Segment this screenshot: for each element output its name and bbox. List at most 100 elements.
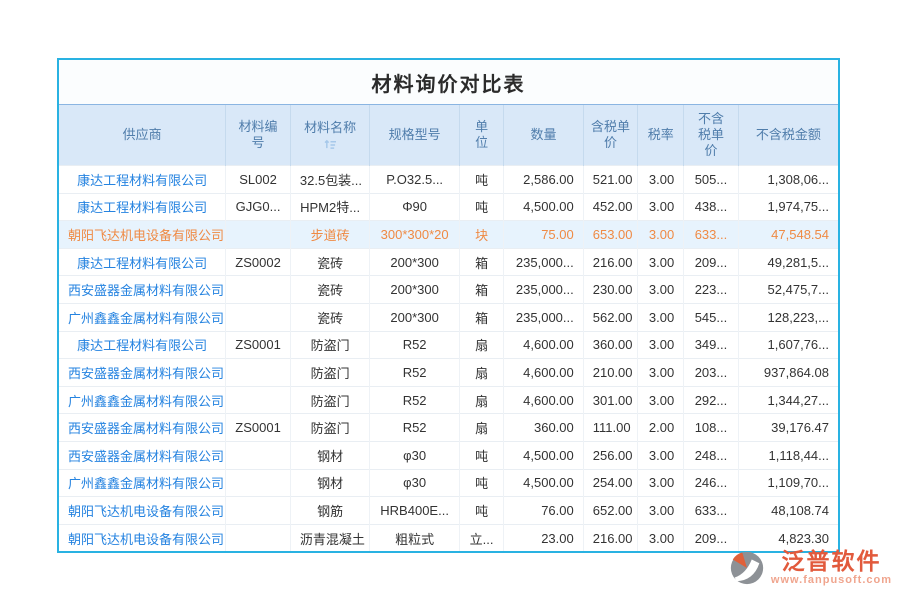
table-row[interactable]: 康达工程材料有限公司ZS0002瓷砖200*300箱235,000...216.… xyxy=(59,248,838,276)
cell-supplier[interactable]: 西安盛器金属材料有限公司 xyxy=(59,276,226,304)
cell-unit: 吨 xyxy=(459,497,503,525)
cell-tax_rate: 3.00 xyxy=(638,248,684,276)
cell-supplier[interactable]: 西安盛器金属材料有限公司 xyxy=(59,359,226,387)
cell-material_no xyxy=(226,303,291,331)
cell-price_no_tax: 349... xyxy=(684,331,739,359)
column-header-amount_no_tax: 不含税金额 xyxy=(738,105,838,166)
cell-supplier[interactable]: 康达工程材料有限公司 xyxy=(59,248,226,276)
cell-price_no_tax: 223... xyxy=(684,276,739,304)
cell-price_with_tax: 562.00 xyxy=(583,303,638,331)
cell-supplier[interactable]: 康达工程材料有限公司 xyxy=(59,331,226,359)
cell-supplier[interactable]: 西安盛器金属材料有限公司 xyxy=(59,441,226,469)
cell-tax_rate: 3.00 xyxy=(638,524,684,551)
column-label-amount_no_tax: 不含税金额 xyxy=(756,127,821,143)
cell-price_with_tax: 216.00 xyxy=(583,248,638,276)
table-row[interactable]: 康达工程材料有限公司GJG0...HPM2特...Φ90吨4,500.00452… xyxy=(59,193,838,221)
cell-quantity: 4,600.00 xyxy=(504,359,583,387)
column-header-price_with_tax: 含税单 价 xyxy=(583,105,638,166)
sort-icon[interactable] xyxy=(324,139,337,150)
cell-supplier[interactable]: 康达工程材料有限公司 xyxy=(59,193,226,221)
cell-price_no_tax: 209... xyxy=(684,248,739,276)
cell-price_no_tax: 248... xyxy=(684,441,739,469)
cell-spec: R52 xyxy=(370,414,460,442)
column-header-unit: 单 位 xyxy=(459,105,503,166)
cell-quantity: 4,600.00 xyxy=(504,386,583,414)
cell-material_name: 瓷砖 xyxy=(290,303,369,331)
table-row[interactable]: 西安盛器金属材料有限公司瓷砖200*300箱235,000...230.003.… xyxy=(59,276,838,304)
table-row[interactable]: 朝阳飞达机电设备有限公司步道砖300*300*20块75.00653.003.0… xyxy=(59,221,838,249)
table-row[interactable]: 西安盛器金属材料有限公司钢材φ30吨4,500.00256.003.00248.… xyxy=(59,441,838,469)
cell-price_with_tax: 653.00 xyxy=(583,221,638,249)
column-label-spec: 规格型号 xyxy=(389,127,441,143)
cell-supplier[interactable]: 西安盛器金属材料有限公司 xyxy=(59,414,226,442)
vendor-text: 泛普软件 www.fanpusoft.com xyxy=(771,550,892,586)
cell-price_no_tax: 545... xyxy=(684,303,739,331)
page: 材料询价对比表 供应商材料编 号材料名称规格型号单 位数量含税单 价税率不含 税… xyxy=(0,0,900,600)
table-row[interactable]: 康达工程材料有限公司ZS0001防盗门R52扇4,600.00360.003.0… xyxy=(59,331,838,359)
cell-price_no_tax: 505... xyxy=(684,166,739,194)
cell-supplier[interactable]: 朝阳飞达机电设备有限公司 xyxy=(59,221,226,249)
cell-supplier[interactable]: 朝阳飞达机电设备有限公司 xyxy=(59,524,226,551)
cell-amount_no_tax: 937,864.08 xyxy=(738,359,838,387)
cell-spec: R52 xyxy=(370,386,460,414)
cell-spec: HRB400E... xyxy=(370,497,460,525)
cell-material_no xyxy=(226,359,291,387)
cell-amount_no_tax: 1,344,27... xyxy=(738,386,838,414)
cell-amount_no_tax: 1,118,44... xyxy=(738,441,838,469)
cell-quantity: 75.00 xyxy=(504,221,583,249)
column-header-supplier: 供应商 xyxy=(59,105,226,166)
column-header-quantity: 数量 xyxy=(504,105,583,166)
column-header-material_name[interactable]: 材料名称 xyxy=(290,105,369,166)
cell-spec: R52 xyxy=(370,359,460,387)
cell-price_with_tax: 521.00 xyxy=(583,166,638,194)
cell-spec: 200*300 xyxy=(370,248,460,276)
cell-spec: Φ90 xyxy=(370,193,460,221)
cell-material_no: GJG0... xyxy=(226,193,291,221)
cell-unit: 立... xyxy=(459,524,503,551)
cell-supplier[interactable]: 广州鑫鑫金属材料有限公司 xyxy=(59,386,226,414)
cell-material_no xyxy=(226,386,291,414)
table-row[interactable]: 康达工程材料有限公司SL00232.5包装...P.O32.5...吨2,586… xyxy=(59,166,838,194)
cell-quantity: 23.00 xyxy=(504,524,583,551)
table-row[interactable]: 朝阳飞达机电设备有限公司沥青混凝土粗粒式立...23.00216.003.002… xyxy=(59,524,838,551)
cell-amount_no_tax: 49,281,5... xyxy=(738,248,838,276)
cell-material_name: 防盗门 xyxy=(290,386,369,414)
cell-tax_rate: 3.00 xyxy=(638,359,684,387)
cell-price_with_tax: 230.00 xyxy=(583,276,638,304)
cell-price_no_tax: 292... xyxy=(684,386,739,414)
cell-unit: 扇 xyxy=(459,386,503,414)
table-row[interactable]: 西安盛器金属材料有限公司防盗门R52扇4,600.00210.003.00203… xyxy=(59,359,838,387)
table-row[interactable]: 朝阳飞达机电设备有限公司钢筋HRB400E...吨76.00652.003.00… xyxy=(59,497,838,525)
cell-supplier[interactable]: 朝阳飞达机电设备有限公司 xyxy=(59,497,226,525)
cell-price_no_tax: 203... xyxy=(684,359,739,387)
cell-spec: 200*300 xyxy=(370,276,460,304)
cell-material_no: ZS0002 xyxy=(226,248,291,276)
cell-material_no: ZS0001 xyxy=(226,414,291,442)
table-row[interactable]: 广州鑫鑫金属材料有限公司防盗门R52扇4,600.00301.003.00292… xyxy=(59,386,838,414)
column-header-material_no: 材料编 号 xyxy=(226,105,291,166)
cell-unit: 吨 xyxy=(459,166,503,194)
cell-material_no xyxy=(226,524,291,551)
cell-supplier[interactable]: 康达工程材料有限公司 xyxy=(59,166,226,194)
table-row[interactable]: 广州鑫鑫金属材料有限公司钢材φ30吨4,500.00254.003.00246.… xyxy=(59,469,838,497)
cell-tax_rate: 3.00 xyxy=(638,386,684,414)
table-row[interactable]: 西安盛器金属材料有限公司ZS0001防盗门R52扇360.00111.002.0… xyxy=(59,414,838,442)
cell-material_no: ZS0001 xyxy=(226,331,291,359)
cell-tax_rate: 3.00 xyxy=(638,276,684,304)
cell-price_with_tax: 216.00 xyxy=(583,524,638,551)
cell-price_with_tax: 254.00 xyxy=(583,469,638,497)
cell-material_name: 防盗门 xyxy=(290,331,369,359)
cell-unit: 吨 xyxy=(459,441,503,469)
table-row[interactable]: 广州鑫鑫金属材料有限公司瓷砖200*300箱235,000...562.003.… xyxy=(59,303,838,331)
cell-material_no xyxy=(226,221,291,249)
cell-spec: 300*300*20 xyxy=(370,221,460,249)
cell-material_name: 沥青混凝土 xyxy=(290,524,369,551)
cell-quantity: 4,600.00 xyxy=(504,331,583,359)
cell-price_with_tax: 452.00 xyxy=(583,193,638,221)
cell-supplier[interactable]: 广州鑫鑫金属材料有限公司 xyxy=(59,303,226,331)
cell-price_no_tax: 246... xyxy=(684,469,739,497)
cell-amount_no_tax: 1,308,06... xyxy=(738,166,838,194)
cell-spec: φ30 xyxy=(370,469,460,497)
cell-material_name: HPM2特... xyxy=(290,193,369,221)
cell-supplier[interactable]: 广州鑫鑫金属材料有限公司 xyxy=(59,469,226,497)
